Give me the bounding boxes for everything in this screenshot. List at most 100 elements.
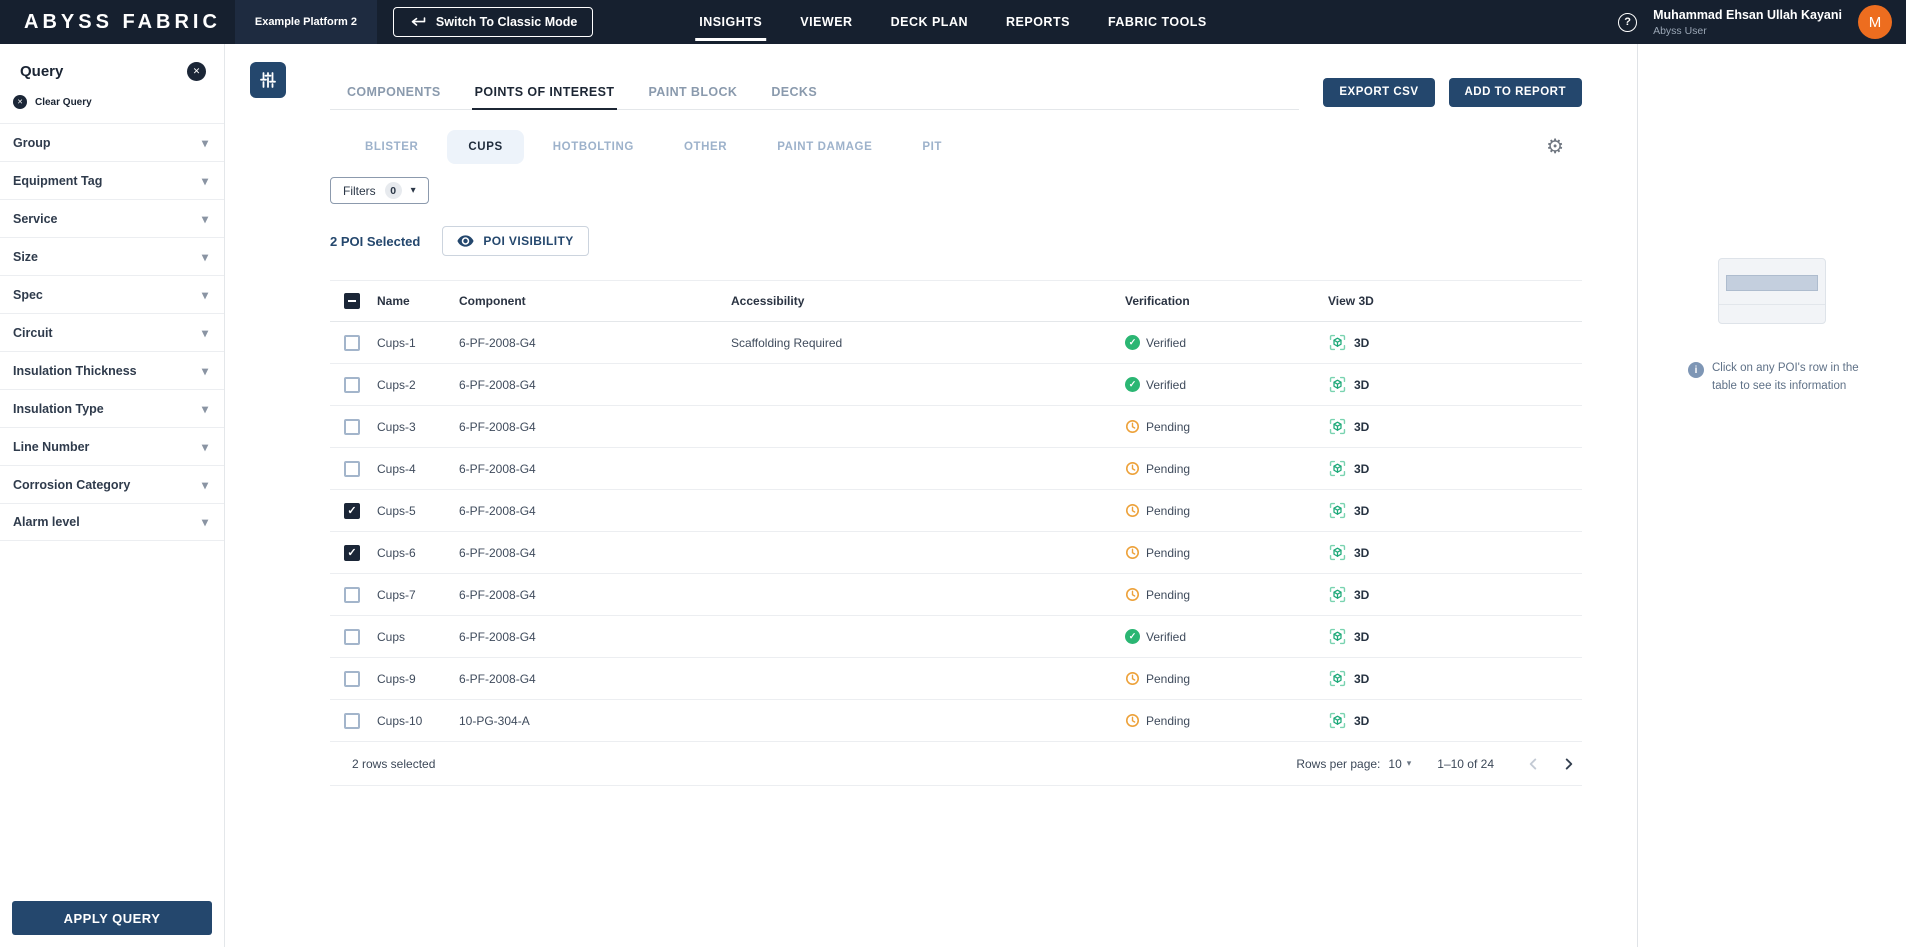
table-body: Cups-1 6-PF-2008-G4 Scaffolding Required… <box>330 322 1582 742</box>
sidebar-filter-line-number[interactable]: Line Number ▾ <box>0 427 224 465</box>
view-3d-button[interactable]: 3D <box>1328 417 1582 436</box>
row-checkbox[interactable] <box>344 544 360 561</box>
add-to-report-button[interactable]: ADD TO REPORT <box>1448 77 1582 107</box>
table-header-row: Name Component Accessibility Verificatio… <box>330 280 1582 322</box>
row-checkbox[interactable] <box>344 334 360 351</box>
subtab-other[interactable]: OTHER <box>663 130 748 164</box>
table-row[interactable]: Cups-5 6-PF-2008-G4 Pending 3D <box>330 490 1582 532</box>
sidebar-filter-size[interactable]: Size ▾ <box>0 237 224 275</box>
view-3d-button[interactable]: 3D <box>1328 627 1582 646</box>
subtab-hotbolting[interactable]: HOTBOLTING <box>532 130 655 164</box>
filters-dropdown[interactable]: Filters 0 ▾ <box>330 177 429 204</box>
sidebar-filter-insulation-thickness[interactable]: Insulation Thickness ▾ <box>0 351 224 389</box>
info-icon: i <box>1688 362 1704 378</box>
sidebar-filter-circuit[interactable]: Circuit ▾ <box>0 313 224 351</box>
rows-per-page-select[interactable]: 10 ▾ <box>1388 757 1411 771</box>
row-checkbox[interactable] <box>344 670 360 687</box>
sidebar-filter-spec[interactable]: Spec ▾ <box>0 275 224 313</box>
tab-points-of-interest[interactable]: POINTS OF INTEREST <box>458 74 632 110</box>
column-header-accessibility: Accessibility <box>731 294 805 308</box>
poi-component: 6-PF-2008-G4 <box>459 587 536 602</box>
nav-fabric-tools[interactable]: FABRIC TOOLS <box>1106 0 1209 44</box>
poi-name: Cups-6 <box>377 545 416 560</box>
view-3d-icon <box>1329 376 1346 393</box>
view-3d-icon <box>1329 418 1346 435</box>
subtab-pit[interactable]: PIT <box>901 130 963 164</box>
table-row[interactable]: Cups-1 6-PF-2008-G4 Scaffolding Required… <box>330 322 1582 364</box>
view-3d-icon <box>1329 670 1346 687</box>
select-all-checkbox[interactable] <box>344 293 360 309</box>
row-checkbox[interactable] <box>344 502 360 519</box>
pending-icon <box>1125 503 1140 518</box>
column-header-component: Component <box>459 294 526 308</box>
row-checkbox[interactable] <box>344 712 360 729</box>
subtab-paint-damage[interactable]: PAINT DAMAGE <box>756 130 893 164</box>
clear-query-button[interactable]: ✕ Clear Query <box>0 91 224 123</box>
tab-paint-block[interactable]: PAINT BLOCK <box>631 74 754 109</box>
row-checkbox[interactable] <box>344 418 360 435</box>
table-row[interactable]: Cups-6 6-PF-2008-G4 Pending 3D <box>330 532 1582 574</box>
filter-label: Insulation Thickness <box>13 363 137 378</box>
close-query-icon[interactable]: ✕ <box>187 62 206 81</box>
table-row[interactable]: Cups 6-PF-2008-G4 ✓ Verified 3D <box>330 616 1582 658</box>
table-row[interactable]: Cups-10 10-PG-304-A Pending 3D <box>330 700 1582 742</box>
view-3d-icon <box>1329 628 1346 645</box>
platform-name[interactable]: Example Platform 2 <box>234 0 377 44</box>
tab-decks[interactable]: DECKS <box>754 74 834 109</box>
view-3d-button[interactable]: 3D <box>1328 501 1582 520</box>
nav-viewer[interactable]: VIEWER <box>798 0 854 44</box>
view-3d-button[interactable]: 3D <box>1328 711 1582 730</box>
app-logo: ABYSS FABRIC <box>24 10 221 33</box>
help-icon[interactable]: ? <box>1618 12 1638 32</box>
eye-icon <box>457 235 474 247</box>
row-checkbox[interactable] <box>344 628 360 645</box>
rows-per-page-value: 10 <box>1388 756 1402 771</box>
view-3d-button[interactable]: 3D <box>1328 459 1582 478</box>
apply-query-button[interactable]: APPLY QUERY <box>12 901 212 935</box>
verified-icon: ✓ <box>1125 335 1140 350</box>
chevron-down-icon: ▾ <box>410 185 416 196</box>
table-row[interactable]: Cups-9 6-PF-2008-G4 Pending 3D <box>330 658 1582 700</box>
poi-name: Cups-4 <box>377 461 416 476</box>
table-row[interactable]: Cups-4 6-PF-2008-G4 Pending 3D <box>330 448 1582 490</box>
view-3d-button[interactable]: 3D <box>1328 585 1582 604</box>
chevron-down-icon: ▾ <box>1406 758 1412 768</box>
next-page-button[interactable] <box>1556 751 1582 777</box>
view-3d-button[interactable]: 3D <box>1328 669 1582 688</box>
sidebar-filter-service[interactable]: Service ▾ <box>0 199 224 237</box>
poi-visibility-button[interactable]: POI VISIBILITY <box>442 226 589 256</box>
nav-deck-plan[interactable]: DECK PLAN <box>889 0 970 44</box>
query-panel-toggle-button[interactable] <box>250 62 286 98</box>
sidebar-filter-corrosion-category[interactable]: Corrosion Category ▾ <box>0 465 224 503</box>
previous-page-button[interactable] <box>1520 751 1546 777</box>
verification-label: Verified <box>1146 377 1187 392</box>
subtab-blister[interactable]: BLISTER <box>344 130 439 164</box>
row-checkbox[interactable] <box>344 460 360 477</box>
table-row[interactable]: Cups-2 6-PF-2008-G4 ✓ Verified 3D <box>330 364 1582 406</box>
column-header-view-3d: View 3D <box>1328 294 1374 308</box>
export-csv-button[interactable]: EXPORT CSV <box>1323 77 1435 107</box>
subtab-cups[interactable]: CUPS <box>447 130 524 164</box>
view-3d-button[interactable]: 3D <box>1328 375 1582 394</box>
row-checkbox[interactable] <box>344 376 360 393</box>
insights-tabs: COMPONENTS POINTS OF INTEREST PAINT BLOCK D… <box>330 74 1300 110</box>
view-3d-label: 3D <box>1354 377 1370 392</box>
view-3d-button[interactable]: 3D <box>1328 543 1582 562</box>
tab-components[interactable]: COMPONENTS <box>330 74 458 109</box>
sidebar-filter-equipment-tag[interactable]: Equipment Tag ▾ <box>0 161 224 199</box>
query-sidebar: Query ✕ ✕ Clear Query Group ▾ Equipment … <box>0 44 225 947</box>
view-3d-button[interactable]: 3D <box>1328 333 1582 352</box>
chevron-down-icon: ▾ <box>201 287 208 302</box>
verification-label: Pending <box>1146 713 1191 728</box>
switch-to-classic-mode-button[interactable]: Switch To Classic Mode <box>392 7 594 37</box>
sidebar-filter-insulation-type[interactable]: Insulation Type ▾ <box>0 389 224 427</box>
nav-reports[interactable]: REPORTS <box>1004 0 1072 44</box>
nav-insights[interactable]: INSIGHTS <box>695 0 767 44</box>
gear-icon[interactable]: ⚙ <box>1546 137 1564 157</box>
sidebar-filter-group[interactable]: Group ▾ <box>0 123 224 161</box>
table-row[interactable]: Cups-3 6-PF-2008-G4 Pending 3D <box>330 406 1582 448</box>
sidebar-filter-alarm-level[interactable]: Alarm level ▾ <box>0 503 224 541</box>
avatar[interactable]: M <box>1858 5 1892 39</box>
table-row[interactable]: Cups-7 6-PF-2008-G4 Pending 3D <box>330 574 1582 616</box>
row-checkbox[interactable] <box>344 586 360 603</box>
